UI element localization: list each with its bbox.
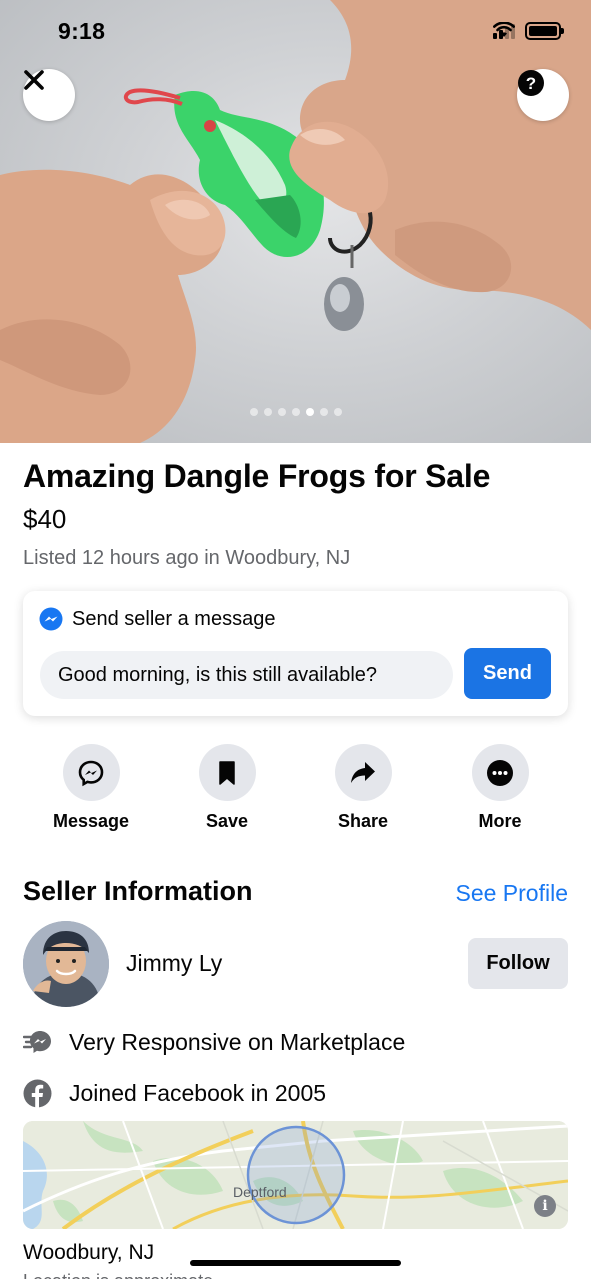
responsive-badge-row: Very Responsive on Marketplace: [23, 1028, 405, 1057]
save-action-button[interactable]: Save: [167, 744, 287, 832]
map-tiles: [23, 1121, 568, 1229]
page-dot[interactable]: [291, 408, 300, 416]
joined-row: Joined Facebook in 2005: [23, 1079, 326, 1108]
close-icon: [24, 70, 44, 90]
page-dot[interactable]: [249, 408, 258, 416]
share-arrow-icon: [351, 761, 375, 783]
message-input[interactable]: [40, 651, 453, 699]
listing-title: Amazing Dangle Frogs for Sale: [23, 458, 491, 494]
home-indicator[interactable]: [190, 1260, 401, 1266]
message-seller-card: Send seller a message Send: [23, 591, 568, 716]
help-button[interactable]: ?: [517, 69, 569, 121]
message-action-button[interactable]: Message: [31, 744, 151, 832]
facebook-icon: [23, 1079, 52, 1108]
location-subtitle: Location is approximate: [23, 1271, 213, 1279]
joined-text: Joined Facebook in 2005: [69, 1080, 327, 1106]
page-dot[interactable]: [263, 408, 272, 416]
send-button[interactable]: Send: [464, 648, 551, 699]
save-action-label: Save: [205, 811, 249, 831]
seller-name[interactable]: Jimmy Ly: [126, 950, 222, 977]
message-action-label: Message: [52, 811, 130, 831]
more-action-circle: [471, 744, 529, 801]
page-dot-active[interactable]: [305, 408, 314, 416]
seller-info-heading: Seller Information: [23, 876, 253, 906]
messenger-icon: [39, 607, 63, 631]
location-map[interactable]: Deptford i: [23, 1121, 568, 1229]
bookmark-icon: [219, 760, 235, 785]
more-dots-icon: [487, 759, 513, 786]
message-action-circle: [62, 744, 120, 801]
listing-price: $40: [23, 504, 67, 534]
responsive-text: Very Responsive on Marketplace: [69, 1029, 406, 1055]
battery-icon: [525, 22, 564, 40]
close-button[interactable]: [23, 69, 75, 121]
more-action-button[interactable]: More: [440, 744, 560, 832]
listing-photo-illustration: [0, 0, 591, 443]
photo-pagination: [0, 408, 591, 416]
messenger-icon: [78, 760, 104, 786]
message-card-title: Send seller a message: [72, 607, 276, 630]
page-dot[interactable]: [277, 408, 286, 416]
save-action-circle: [198, 744, 256, 801]
follow-button[interactable]: Follow: [468, 938, 568, 989]
share-action-circle: [334, 744, 392, 801]
more-action-label: More: [478, 811, 522, 831]
question-icon: ?: [518, 70, 544, 96]
seller-avatar[interactable]: [23, 921, 109, 1007]
responsive-messenger-icon: [23, 1031, 51, 1053]
listing-meta: Listed 12 hours ago in Woodbury, NJ: [23, 547, 351, 569]
share-action-button[interactable]: Share: [303, 744, 423, 832]
map-place-label: Deptford: [233, 1184, 287, 1200]
map-info-icon[interactable]: i: [534, 1195, 556, 1217]
message-card-header: Send seller a message: [39, 607, 275, 631]
listing-photo[interactable]: 9:18 ?: [0, 0, 591, 443]
location-title: Woodbury, NJ: [23, 1241, 155, 1264]
status-time: 9:18: [58, 18, 106, 44]
page-dot[interactable]: [319, 408, 328, 416]
share-action-label: Share: [337, 811, 389, 831]
seller-avatar-image: [23, 921, 109, 1007]
see-profile-link[interactable]: See Profile: [455, 880, 568, 907]
svg-text:?: ?: [526, 74, 536, 93]
page-dot[interactable]: [333, 408, 342, 416]
status-icons: [493, 22, 564, 40]
wifi-icon: [493, 22, 515, 37]
